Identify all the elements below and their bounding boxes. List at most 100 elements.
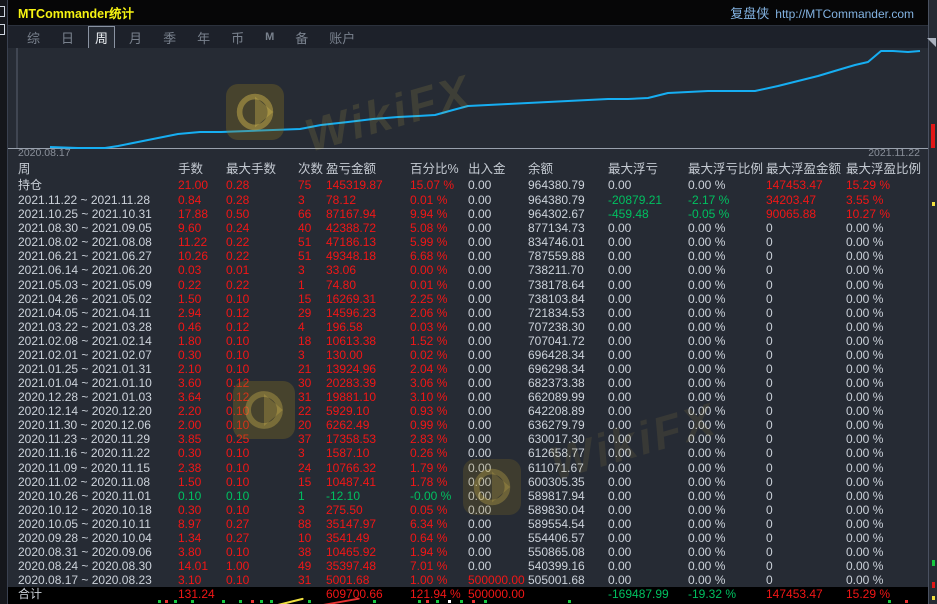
equity-chart[interactable]: WikiFX 2020.08.17 2021.11.22	[8, 48, 928, 159]
table-row[interactable]: 2021.08.30 ~ 2021.09.059.600.244042388.7…	[8, 221, 928, 235]
table-row[interactable]: 2021.01.25 ~ 2021.01.312.100.102113924.9…	[8, 362, 928, 376]
column-header[interactable]: 最大浮亏比例	[688, 158, 766, 177]
row-cell: 0	[766, 517, 846, 531]
background-window-left-edge	[0, 0, 8, 604]
row-cell: 707041.72	[528, 334, 608, 348]
row-cell: 35397.48	[326, 559, 410, 573]
column-header[interactable]: 余额	[528, 158, 608, 177]
row-cell: 2021.04.05 ~ 2021.04.11	[18, 306, 178, 320]
column-header[interactable]: 周	[18, 158, 178, 177]
row-cell: 2.25 %	[410, 292, 468, 306]
row-cell: 0.00	[468, 263, 528, 277]
table-row[interactable]: 2021.01.04 ~ 2021.01.103.600.123020283.3…	[8, 376, 928, 390]
menu-item-日[interactable]: 日	[54, 26, 81, 49]
row-cell: 0.00 %	[846, 278, 928, 292]
table-row[interactable]: 2020.09.28 ~ 2020.10.041.340.27103541.49…	[8, 531, 928, 545]
menu-item-综[interactable]: 综	[20, 26, 47, 49]
menu-item-周[interactable]: 周	[88, 26, 115, 49]
table-row[interactable]: 2021.03.22 ~ 2021.03.280.460.124196.580.…	[8, 320, 928, 334]
menu-item-备[interactable]: 备	[288, 26, 315, 49]
resize-grip-icon	[927, 38, 936, 47]
table-row[interactable]: 2020.12.28 ~ 2021.01.033.640.123119881.1…	[8, 390, 928, 404]
table-row[interactable]: 2020.10.05 ~ 2020.10.118.970.278835147.9…	[8, 517, 928, 531]
row-cell: 600305.35	[528, 475, 608, 489]
row-cell: 2021.11.22 ~ 2021.11.28	[18, 193, 178, 207]
table-row[interactable]: 2021.06.21 ~ 2021.06.2710.260.225149348.…	[8, 249, 928, 263]
row-cell: 0	[766, 362, 846, 376]
table-row[interactable]: 2021.02.08 ~ 2021.02.141.800.101810613.3…	[8, 334, 928, 348]
row-cell: 0.00 %	[846, 221, 928, 235]
row-cell: 2021.08.02 ~ 2021.08.08	[18, 235, 178, 249]
row-cell: 0.00	[468, 404, 528, 418]
row-cell: 2021.01.04 ~ 2021.01.10	[18, 376, 178, 390]
row-cell: 0.00	[468, 278, 528, 292]
column-header[interactable]: 最大浮亏	[608, 158, 688, 177]
title-bar-link[interactable]: 复盘侠http://MTCommander.com	[730, 3, 914, 22]
row-cell: 2.06 %	[410, 306, 468, 320]
row-cell: 196.58	[326, 320, 410, 334]
row-cell: 696428.34	[528, 348, 608, 362]
row-cell: 0.00	[468, 390, 528, 404]
row-cell: 0.00 %	[688, 306, 766, 320]
row-cell: 738211.70	[528, 263, 608, 277]
row-cell: 0.00 %	[688, 390, 766, 404]
menu-item-年[interactable]: 年	[190, 26, 217, 49]
column-header[interactable]: 百分比%	[410, 158, 468, 177]
menu-item-季[interactable]: 季	[156, 26, 183, 49]
row-cell: 0.10	[226, 503, 298, 517]
table-row[interactable]: 2020.11.30 ~ 2020.12.062.000.10206262.49…	[8, 418, 928, 432]
table-row[interactable]: 2021.10.25 ~ 2021.10.3117.880.506687167.…	[8, 207, 928, 221]
row-cell: 88	[298, 517, 326, 531]
row-cell: 0.00 %	[846, 320, 928, 334]
column-header[interactable]: 出入金	[468, 158, 528, 177]
row-cell: 75	[298, 178, 326, 192]
column-header[interactable]: 手数	[178, 158, 226, 177]
row-cell: 0	[766, 278, 846, 292]
column-header[interactable]: 最大手数	[226, 158, 298, 177]
column-header[interactable]: 次数	[298, 158, 326, 177]
table-row[interactable]: 2021.02.01 ~ 2021.02.070.300.103130.000.…	[8, 348, 928, 362]
table-total-row[interactable]: 合计131.24609700.66121.94 %500000.00-16948…	[8, 587, 928, 600]
row-cell: 1587.10	[326, 446, 410, 460]
row-cell: 0.00 %	[846, 573, 928, 587]
table-row[interactable]: 2020.11.23 ~ 2020.11.293.850.253717358.5…	[8, 432, 928, 446]
menu-item-M[interactable]: M	[258, 29, 281, 45]
row-cell: 9.60	[178, 221, 226, 235]
table-row[interactable]: 2021.04.26 ~ 2021.05.021.500.101516269.3…	[8, 292, 928, 306]
row-cell: 2021.01.25 ~ 2021.01.31	[18, 362, 178, 376]
row-cell: 0.00 %	[688, 446, 766, 460]
row-cell: 14.01	[178, 559, 226, 573]
menu-item-账户[interactable]: 账户	[322, 26, 362, 49]
table-row[interactable]: 持仓21.000.2875145319.8715.07 %0.00964380.…	[8, 176, 928, 193]
column-header[interactable]: 最大浮盈比例	[846, 158, 928, 177]
table-row[interactable]: 2020.12.14 ~ 2020.12.202.200.10225929.10…	[8, 404, 928, 418]
row-cell: 5929.10	[326, 404, 410, 418]
table-row[interactable]: 2021.04.05 ~ 2021.04.112.940.122914596.2…	[8, 306, 928, 320]
row-cell: 0.00 %	[846, 362, 928, 376]
row-cell: 0.00 %	[846, 446, 928, 460]
row-cell: 2.10	[178, 362, 226, 376]
row-cell: 964380.79	[528, 178, 608, 192]
column-header[interactable]: 最大浮盈金额	[766, 158, 846, 177]
table-row[interactable]: 2020.08.31 ~ 2020.09.063.800.103810465.9…	[8, 545, 928, 559]
table-row[interactable]: 2021.08.02 ~ 2021.08.0811.220.225147186.…	[8, 235, 928, 249]
menu-item-月[interactable]: 月	[122, 26, 149, 49]
row-cell: 0.10	[226, 334, 298, 348]
menu-item-币[interactable]: 币	[224, 26, 251, 49]
row-cell: 0	[766, 235, 846, 249]
row-cell: 2020.09.28 ~ 2020.10.04	[18, 531, 178, 545]
table-row[interactable]: 2020.08.24 ~ 2020.08.3014.011.004935397.…	[8, 559, 928, 573]
row-cell: 0.00	[468, 221, 528, 235]
row-cell: 9.94 %	[410, 207, 468, 221]
column-header[interactable]: 盈亏金额	[326, 158, 410, 177]
row-cell: 550865.08	[528, 545, 608, 559]
table-row[interactable]: 2021.05.03 ~ 2021.05.090.220.22174.800.0…	[8, 277, 928, 291]
background-chart-strip	[8, 600, 928, 604]
row-cell: 0.00 %	[688, 531, 766, 545]
row-cell: 2020.11.23 ~ 2020.11.29	[18, 432, 178, 446]
row-cell: 0.00 %	[846, 390, 928, 404]
table-header-row: 周手数最大手数次数盈亏金额百分比%出入金余额最大浮亏最大浮亏比例最大浮盈金额最大…	[8, 159, 928, 176]
table-row[interactable]: 2021.06.14 ~ 2021.06.200.030.01333.060.0…	[8, 263, 928, 277]
row-cell: 0.10	[226, 461, 298, 475]
table-row[interactable]: 2021.11.22 ~ 2021.11.280.840.28378.120.0…	[8, 193, 928, 207]
